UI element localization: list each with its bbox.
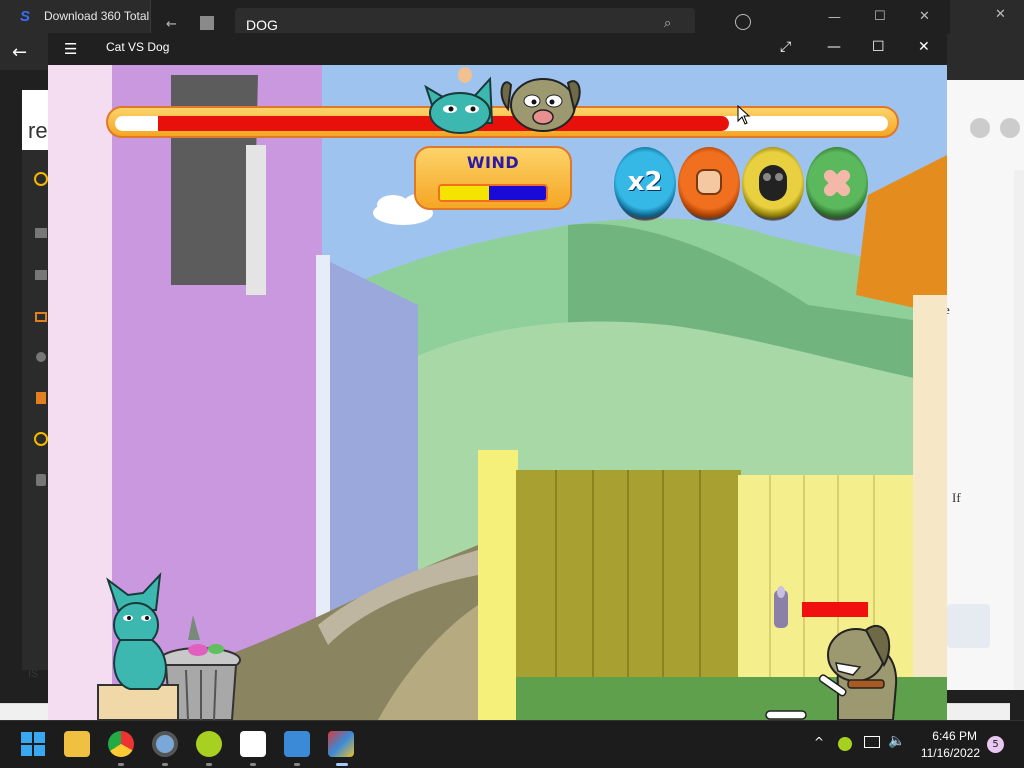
- double-damage-icon: x2: [627, 167, 663, 197]
- close-icon[interactable]: ✕: [919, 9, 930, 24]
- page-panel: [947, 604, 990, 648]
- power-fist-icon: [696, 169, 722, 195]
- page-text-fragment: If: [952, 490, 961, 505]
- settings-gear-icon[interactable]: [152, 731, 178, 757]
- back-arrow-icon[interactable]: ←: [166, 17, 177, 32]
- file-explorer-icon[interactable]: [64, 731, 90, 757]
- hamburger-menu-icon[interactable]: ☰: [64, 40, 77, 58]
- game-window-title: Cat VS Dog: [106, 40, 170, 54]
- dog-damage-bar: [802, 602, 868, 617]
- account-icon[interactable]: [735, 14, 751, 30]
- active-indicator: [336, 763, 348, 766]
- powerup-double-button[interactable]: x2: [614, 147, 676, 221]
- network-icon[interactable]: [864, 736, 880, 748]
- gear-icon[interactable]: [36, 352, 46, 362]
- character-portraits: [424, 67, 581, 134]
- microsoft-store-icon[interactable]: [284, 731, 310, 757]
- active-indicator: [294, 763, 300, 766]
- 360-security-icon[interactable]: [196, 731, 222, 757]
- powerup-heal-button[interactable]: [806, 147, 868, 221]
- bone-icon: [765, 710, 807, 720]
- powerup-gasmask-button[interactable]: [742, 147, 804, 221]
- chevron-up-icon[interactable]: ^: [814, 735, 824, 749]
- browser-toolbar: [947, 34, 1024, 82]
- windows-start-icon[interactable]: [20, 731, 46, 757]
- wind-meter-panel: WIND: [414, 146, 572, 210]
- cat-portrait-icon: [424, 76, 494, 134]
- page-text-fragment: re: [28, 118, 48, 143]
- game-canvas[interactable]: WIND x2: [48, 65, 947, 720]
- chart-icon[interactable]: [35, 228, 47, 238]
- minimize-icon[interactable]: —: [827, 39, 841, 55]
- fence-post: [478, 450, 518, 720]
- lock-icon[interactable]: [36, 474, 46, 486]
- projectile-icon: [458, 67, 472, 83]
- close-icon[interactable]: ✕: [918, 39, 930, 55]
- gas-mask-icon: [759, 165, 787, 201]
- store-search-value: DOG: [246, 17, 278, 33]
- dog-portrait-icon: [500, 78, 581, 132]
- active-indicator: [250, 763, 256, 766]
- re-app-icon[interactable]: [240, 731, 266, 757]
- back-arrow-icon[interactable]: ←: [12, 42, 27, 63]
- blue-building: [316, 255, 418, 625]
- mouse-cursor-icon: [737, 105, 751, 125]
- keyboard-icon[interactable]: [35, 270, 47, 280]
- house-wall: [913, 295, 947, 720]
- expand-icon[interactable]: ⤢: [780, 39, 791, 55]
- close-icon[interactable]: ✕: [995, 7, 1006, 22]
- minus-icon[interactable]: [970, 118, 990, 138]
- scrollbar[interactable]: [1014, 170, 1024, 690]
- circle-icon[interactable]: [34, 172, 48, 186]
- wind-gauge-yellow: [440, 186, 489, 200]
- cat-vs-dog-app-icon[interactable]: [328, 731, 354, 757]
- side-panel: [947, 80, 1024, 690]
- building-edge: [48, 65, 116, 720]
- powerup-bar: x2: [614, 147, 874, 223]
- window-frame: [246, 145, 266, 295]
- trash-icon[interactable]: [36, 392, 46, 404]
- maximize-icon[interactable]: ☐: [872, 39, 885, 55]
- wind-gauge: [438, 184, 548, 202]
- search-icon[interactable]: ⌕: [664, 16, 671, 31]
- mail-icon[interactable]: [35, 312, 47, 322]
- chrome-icon[interactable]: [108, 731, 134, 757]
- notification-badge[interactable]: 5: [987, 736, 1004, 753]
- active-indicator: [206, 763, 212, 766]
- taskbar: ^ 🔈 6:46 PM 11/16/2022 5: [0, 720, 1024, 768]
- game-window: ☰ Cat VS Dog ⤢ — ☐ ✕ WIND x2: [48, 33, 947, 720]
- close-icon[interactable]: [1000, 118, 1020, 138]
- minimize-icon[interactable]: —: [828, 10, 841, 25]
- app-logo-icon: S: [20, 8, 31, 25]
- maximize-icon[interactable]: ☐: [874, 9, 886, 24]
- clock-time[interactable]: 6:46 PM: [925, 729, 977, 743]
- store-icon: [200, 16, 214, 30]
- circle-icon[interactable]: [34, 432, 48, 446]
- powerup-power-button[interactable]: [678, 147, 740, 221]
- active-indicator: [118, 763, 124, 766]
- wind-gauge-blue: [489, 186, 546, 200]
- building-corner: [316, 255, 330, 625]
- volume-icon[interactable]: 🔈: [888, 733, 905, 749]
- background-tab-title[interactable]: Download 360 Total: [44, 9, 149, 23]
- 360-tray-icon[interactable]: [838, 737, 852, 751]
- cat-crate: [97, 684, 179, 720]
- active-indicator: [162, 763, 168, 766]
- wind-label: WIND: [466, 153, 520, 172]
- clock-date[interactable]: 11/16/2022: [918, 746, 980, 760]
